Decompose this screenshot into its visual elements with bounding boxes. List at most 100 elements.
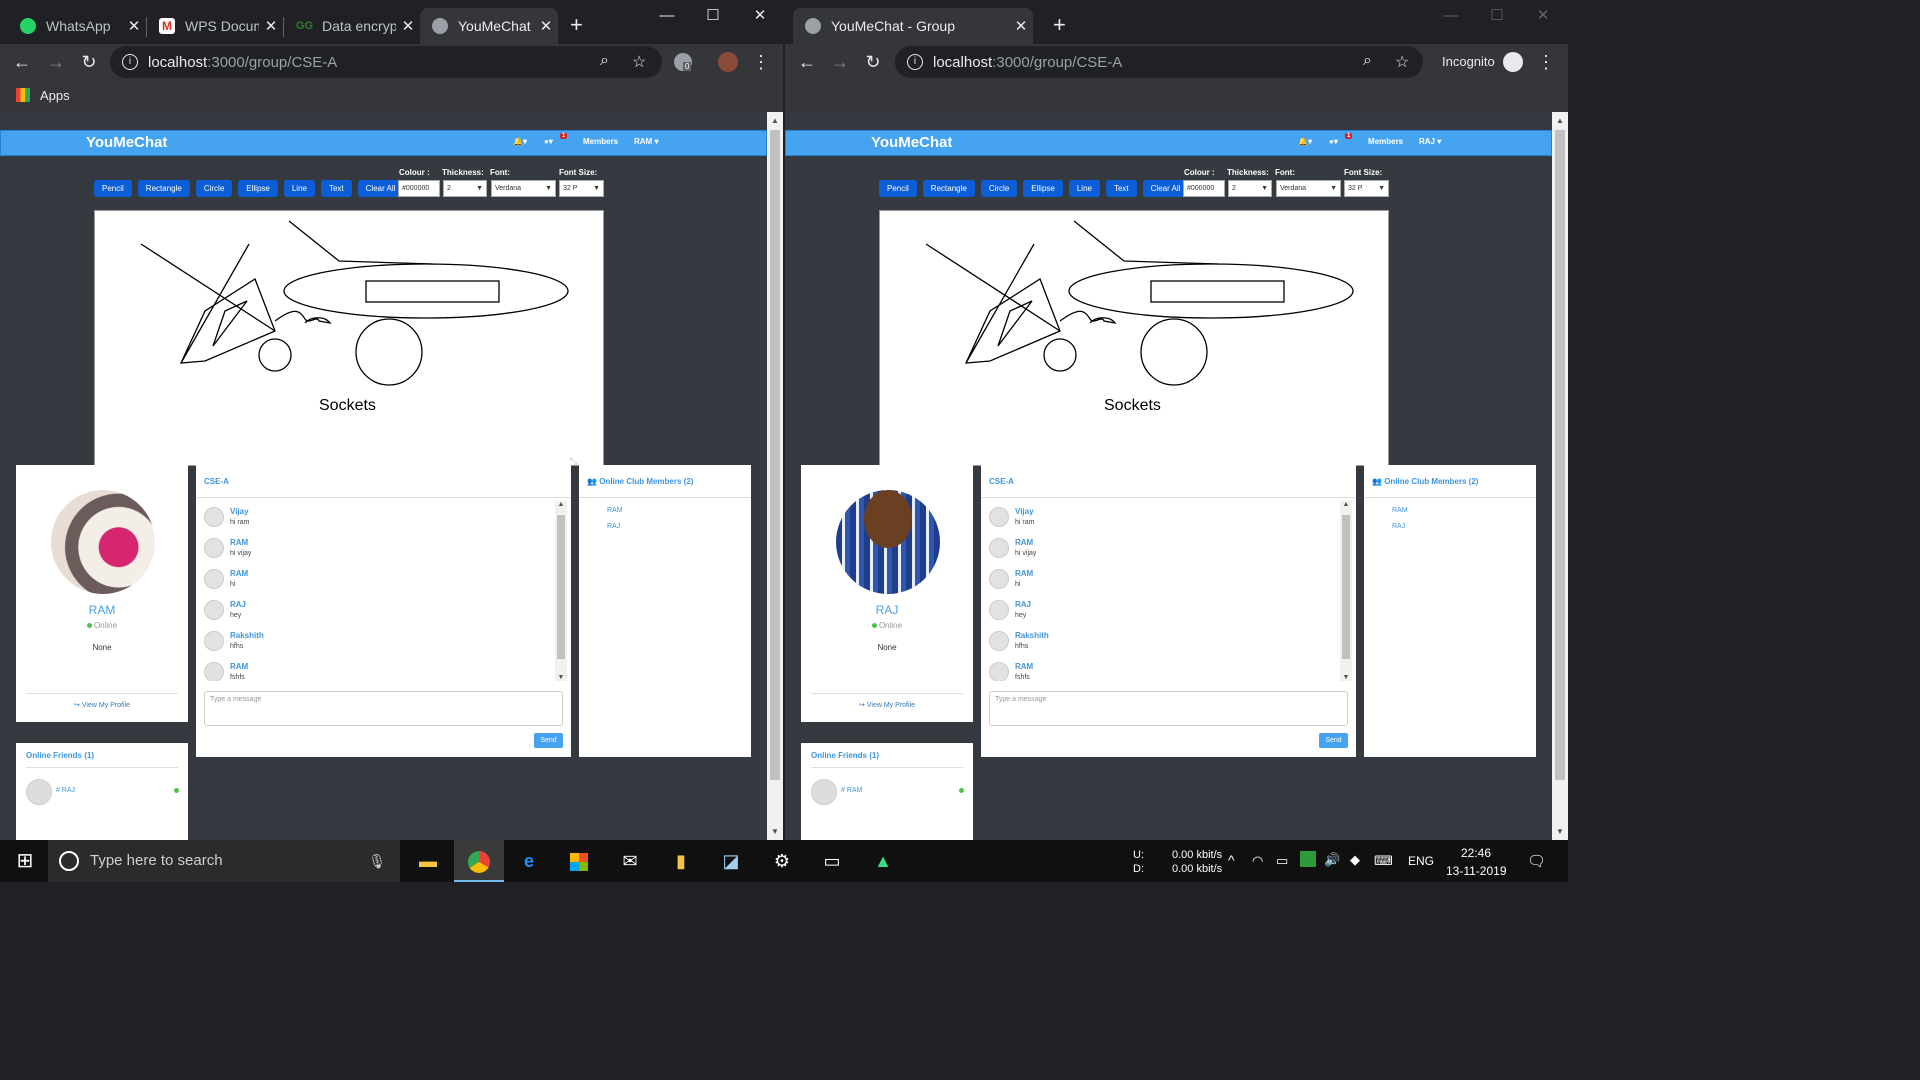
thickness-select[interactable]: 2 ▼ bbox=[443, 180, 487, 197]
member-item[interactable]: RAJ bbox=[1392, 523, 1405, 530]
zoom-icon[interactable]: ⌕ bbox=[1363, 52, 1372, 70]
apps-grid-icon[interactable] bbox=[16, 88, 30, 102]
keyboard-icon[interactable]: ⌨ bbox=[1374, 853, 1393, 869]
tab-youmechat-group[interactable]: YouMeChat - Group ✕ bbox=[793, 8, 1033, 44]
font-select[interactable]: Verdana ▼ bbox=[1276, 180, 1341, 197]
tool-pencil-button[interactable]: Pencil bbox=[94, 180, 132, 197]
back-icon[interactable]: ← bbox=[10, 50, 34, 74]
app-tray-icon[interactable] bbox=[1300, 851, 1316, 867]
close-icon[interactable]: ✕ bbox=[1009, 17, 1033, 35]
send-button[interactable]: Send bbox=[1319, 733, 1348, 748]
new-tab-button[interactable]: + bbox=[570, 14, 583, 36]
taskbar-search[interactable]: Type here to search 🎙 bbox=[48, 840, 400, 882]
tool-ellipse-button[interactable]: Ellipse bbox=[1023, 180, 1063, 197]
send-button[interactable]: Send bbox=[534, 733, 563, 748]
view-profile-link[interactable]: ↪ View My Profile bbox=[16, 701, 188, 709]
tab-youmechat[interactable]: YouMeChat ✕ bbox=[420, 8, 558, 44]
close-icon[interactable]: ✕ bbox=[396, 17, 420, 35]
chrome-icon[interactable] bbox=[454, 840, 504, 882]
apps-bookmark[interactable]: Apps bbox=[40, 88, 70, 103]
drawing-canvas[interactable]: Sockets bbox=[879, 210, 1389, 466]
reload-icon[interactable]: ↻ bbox=[77, 50, 101, 74]
new-tab-button[interactable]: + bbox=[1053, 14, 1066, 36]
member-item[interactable]: RAM bbox=[1392, 507, 1408, 514]
window-close-icon[interactable]: ✕ bbox=[1520, 6, 1566, 26]
friend-item[interactable]: # RAM bbox=[841, 787, 862, 794]
maximize-icon[interactable]: ☐ bbox=[1474, 6, 1520, 26]
nav-members[interactable]: Members bbox=[583, 137, 618, 146]
tool-line-button[interactable]: Line bbox=[1068, 180, 1100, 197]
nav-user-menu[interactable]: RAM ▾ bbox=[634, 137, 658, 146]
minimize-icon[interactable]: — bbox=[644, 6, 690, 26]
clear-all-button[interactable]: Clear All bbox=[357, 180, 404, 197]
reload-icon[interactable]: ↻ bbox=[861, 50, 885, 74]
dropbox-icon[interactable]: ◆ bbox=[1350, 852, 1360, 868]
profile-avatar[interactable] bbox=[718, 52, 738, 72]
terminal-icon[interactable]: ▭ bbox=[807, 840, 857, 882]
microphone-icon[interactable]: 🎙 bbox=[368, 840, 386, 882]
colour-input[interactable]: #000000 bbox=[1183, 180, 1225, 197]
android-studio-icon[interactable]: ▲ bbox=[858, 840, 908, 882]
snip-icon[interactable]: ◪ bbox=[706, 840, 756, 882]
nav-members[interactable]: Members bbox=[1368, 137, 1403, 146]
message-scrollbar[interactable]: ▲ ▼ bbox=[1340, 501, 1352, 681]
address-bar[interactable]: i localhost:3000/group/CSE-A ⌕ ☆ bbox=[110, 46, 662, 78]
address-bar[interactable]: i localhost:3000/group/CSE-A ⌕ ☆ bbox=[895, 46, 1423, 78]
thickness-select[interactable]: 2 ▼ bbox=[1228, 180, 1272, 197]
nav-user-menu[interactable]: RAJ ▾ bbox=[1419, 137, 1441, 146]
language-indicator[interactable]: ENG bbox=[1408, 854, 1434, 868]
mail-icon[interactable]: ✉ bbox=[605, 840, 655, 882]
tool-rectangle-button[interactable]: Rectangle bbox=[922, 180, 975, 197]
settings-gear-icon[interactable]: ⚙ bbox=[757, 840, 807, 882]
close-icon[interactable]: ✕ bbox=[259, 17, 283, 35]
drawing-canvas[interactable]: Sockets bbox=[94, 210, 604, 466]
globe-notif-icon[interactable]: ●▾ 1 bbox=[1329, 133, 1353, 146]
sticky-notes-icon[interactable]: ▮ bbox=[656, 840, 706, 882]
close-icon[interactable]: ✕ bbox=[534, 17, 558, 35]
chevron-up-icon[interactable]: ^ bbox=[1228, 852, 1235, 868]
volume-icon[interactable]: 🔊 bbox=[1324, 852, 1340, 868]
forward-icon[interactable]: → bbox=[44, 50, 68, 74]
bell-icon[interactable]: 🔔▾ bbox=[513, 137, 527, 146]
tab-data-encrypt[interactable]: GG Data encrypt ✕ bbox=[284, 8, 420, 44]
tool-pencil-button[interactable]: Pencil bbox=[879, 180, 917, 197]
tool-text-button[interactable]: Text bbox=[1105, 180, 1137, 197]
friend-item[interactable]: # RAJ bbox=[56, 787, 75, 794]
font-select[interactable]: Verdana ▼ bbox=[491, 180, 556, 197]
clear-all-button[interactable]: Clear All bbox=[1142, 180, 1189, 197]
page-scrollbar[interactable]: ▲ ▼ bbox=[1552, 112, 1568, 840]
tool-circle-button[interactable]: Circle bbox=[980, 180, 1018, 197]
menu-kebab-icon[interactable]: ⋮ bbox=[749, 50, 773, 74]
info-icon[interactable]: i bbox=[907, 54, 923, 70]
battery-icon[interactable]: ▭ bbox=[1276, 853, 1288, 869]
star-icon[interactable]: ☆ bbox=[632, 52, 646, 72]
clock-time[interactable]: 22:46 bbox=[1461, 846, 1491, 860]
message-scrollbar[interactable]: ▲ ▼ bbox=[555, 501, 567, 681]
file-explorer-icon[interactable]: ▬ bbox=[403, 840, 453, 882]
tool-rectangle-button[interactable]: Rectangle bbox=[137, 180, 190, 197]
member-item[interactable]: RAJ bbox=[607, 523, 620, 530]
bell-icon[interactable]: 🔔▾ bbox=[1298, 137, 1312, 146]
message-input[interactable]: Type a message bbox=[989, 691, 1348, 726]
resize-icon[interactable]: ⤡ bbox=[570, 456, 577, 467]
colour-input[interactable]: #000000 bbox=[398, 180, 440, 197]
globe-notif-icon[interactable]: ●▾ 1 bbox=[544, 133, 568, 146]
view-profile-link[interactable]: ↪ View My Profile bbox=[801, 701, 973, 709]
tool-circle-button[interactable]: Circle bbox=[195, 180, 233, 197]
page-scrollbar[interactable]: ▲ ▼ bbox=[767, 112, 783, 840]
tool-ellipse-button[interactable]: Ellipse bbox=[238, 180, 278, 197]
incognito-icon[interactable] bbox=[1503, 52, 1523, 72]
fontsize-select[interactable]: 32 P ▼ bbox=[559, 180, 604, 197]
minimize-icon[interactable]: — bbox=[1428, 6, 1474, 26]
brand-logo[interactable]: YouMeChat bbox=[86, 134, 167, 151]
wifi-icon[interactable]: ◠ bbox=[1252, 853, 1263, 869]
member-item[interactable]: RAM bbox=[607, 507, 623, 514]
tool-text-button[interactable]: Text bbox=[320, 180, 352, 197]
fontsize-select[interactable]: 32 P ▼ bbox=[1344, 180, 1389, 197]
tab-wps[interactable]: M WPS Docume ✕ bbox=[147, 8, 283, 44]
menu-kebab-icon[interactable]: ⋮ bbox=[1534, 50, 1558, 74]
window-close-icon[interactable]: ✕ bbox=[737, 6, 783, 26]
edge-icon[interactable]: e bbox=[504, 840, 554, 882]
store-icon[interactable] bbox=[554, 840, 604, 882]
zoom-icon[interactable]: ⌕ bbox=[600, 52, 609, 70]
